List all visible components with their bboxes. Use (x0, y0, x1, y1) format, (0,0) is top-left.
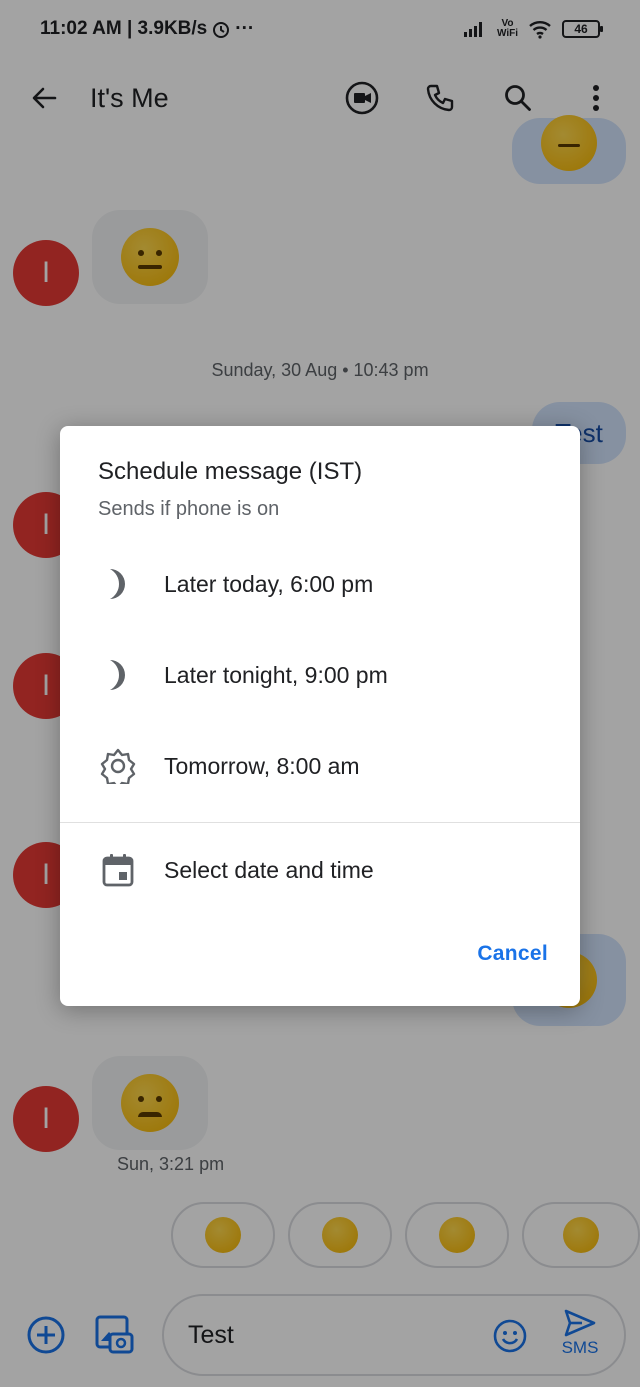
sun-icon (98, 746, 138, 786)
schedule-message-dialog: Schedule message (IST) Sends if phone is… (60, 426, 580, 1006)
dialog-title: Schedule message (IST) (98, 458, 363, 485)
moon-icon (98, 655, 138, 695)
dialog-divider (60, 822, 580, 823)
dialog-subtitle: Sends if phone is on (98, 498, 280, 520)
moon-icon (98, 564, 138, 604)
option-tomorrow[interactable]: Tomorrow, 8:00 am (60, 724, 580, 808)
option-select-date-time[interactable]: Select date and time (60, 828, 580, 912)
calendar-icon (98, 850, 138, 890)
cancel-button[interactable]: Cancel (477, 942, 548, 966)
option-later-tonight[interactable]: Later tonight, 9:00 pm (60, 633, 580, 717)
option-later-today[interactable]: Later today, 6:00 pm (60, 542, 580, 626)
